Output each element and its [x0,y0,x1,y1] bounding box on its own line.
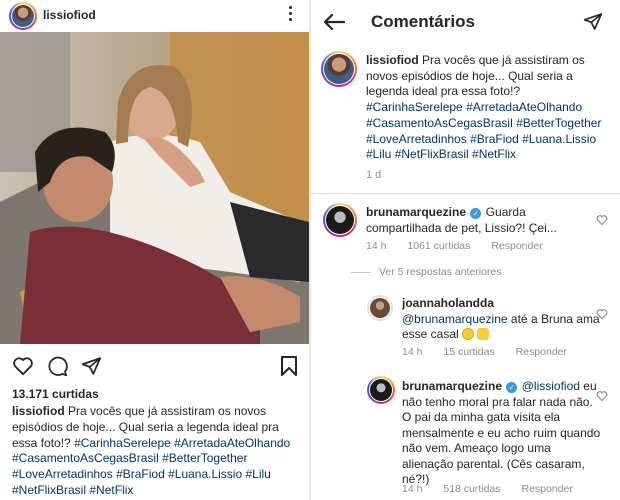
back-arrow-icon[interactable] [323,13,345,31]
comment-like-count[interactable]: 1061 curtidas [407,240,470,252]
reply-button[interactable]: Responder [491,240,542,252]
heart-eyes-emoji-icon [462,328,475,340]
like-count[interactable]: 13.171 curtidas [12,387,99,401]
commenter-avatar[interactable] [367,295,393,321]
comment-heart-icon[interactable] [596,308,608,320]
comments-header: Comentários [311,0,620,44]
comment-meta: 14 h 1061 curtidas Responder [366,240,561,252]
more-options-icon[interactable] [287,6,293,24]
verified-badge-icon: ✓ [470,208,482,219]
commenter-avatar[interactable] [367,376,395,404]
send-icon[interactable] [583,12,603,31]
commenter-username[interactable]: joannaholandda [402,296,494,310]
comment-time: 14 h [402,483,423,495]
comment-mention[interactable]: @brunamarquezine [402,312,508,326]
page-title: Comentários [371,12,475,31]
caption-hashtags[interactable]: #CarinhaSerelepe #ArretadaAteOlhando #Ca… [366,100,601,161]
commenter-username[interactable]: brunamarquezine [402,379,502,393]
original-caption: lissiofiod Pra vocês que já assistiram o… [311,44,620,194]
comment-like-count[interactable]: 518 curtidas [443,483,500,495]
clapping-emoji-icon [477,328,490,340]
comment-text: brunamarquezine ✓ @lissiofiod eu não ten… [402,379,602,488]
bookmark-icon[interactable] [281,356,297,376]
comment-mention[interactable]: @lissiofiod [522,379,580,393]
commenter-username[interactable]: brunamarquezine [366,205,466,219]
caption-author-avatar[interactable] [321,51,357,87]
caption-author-username[interactable]: lissiofiod [366,53,419,67]
comment-meta: 14 h 15 curtidas Responder [402,346,585,358]
comment-icon[interactable] [47,356,68,377]
view-previous-replies[interactable]: Ver 5 respostas anteriores [379,266,502,278]
comment-meta: 14 h 518 curtidas Responder [402,483,591,495]
post-photo[interactable] [0,32,309,344]
comment-heart-icon[interactable] [596,390,608,402]
verified-badge-icon: ✓ [506,382,518,393]
comment-like-count[interactable]: 15 curtidas [443,346,494,358]
comments-screen: Comentários lissiofiod Pra vocês que já … [311,0,620,500]
comment-time: 14 h [366,240,387,252]
post-view: lissiofiod 13.171 curtidas lissiofiod Pr… [0,0,309,500]
comment-text: brunamarquezine ✓ Guarda compartilhada d… [366,205,601,236]
post-caption: lissiofiod Pra vocês que já assistiram o… [12,404,302,499]
post-actions [0,352,309,382]
comment-time: 14 h [402,346,423,358]
caption-timestamp: 1 d [366,169,382,181]
comment-body: eu não tenho moral pra falar nada não. O… [402,379,601,486]
caption-body: lissiofiod Pra vocês que já assistiram o… [366,53,616,163]
post-author-username[interactable]: lissiofiod [43,8,96,22]
post-photo-image [0,32,309,344]
post-author-avatar[interactable] [9,2,37,30]
reply-button[interactable]: Responder [521,483,572,495]
comment-text: joannaholandda @brunamarquezine até a Br… [402,296,602,343]
comment-item: joannaholandda @brunamarquezine até a Br… [311,290,620,360]
commenter-avatar[interactable] [323,203,357,237]
reply-button[interactable]: Responder [516,346,567,358]
comment-heart-icon[interactable] [596,214,608,226]
heart-icon[interactable] [12,356,34,376]
post-header: lissiofiod [0,0,309,32]
share-icon[interactable] [81,356,102,376]
comment-item: brunamarquezine ✓ Guarda compartilhada d… [311,194,620,260]
comment-item: brunamarquezine ✓ @lissiofiod eu não ten… [311,372,620,500]
caption-username[interactable]: lissiofiod [12,404,65,418]
